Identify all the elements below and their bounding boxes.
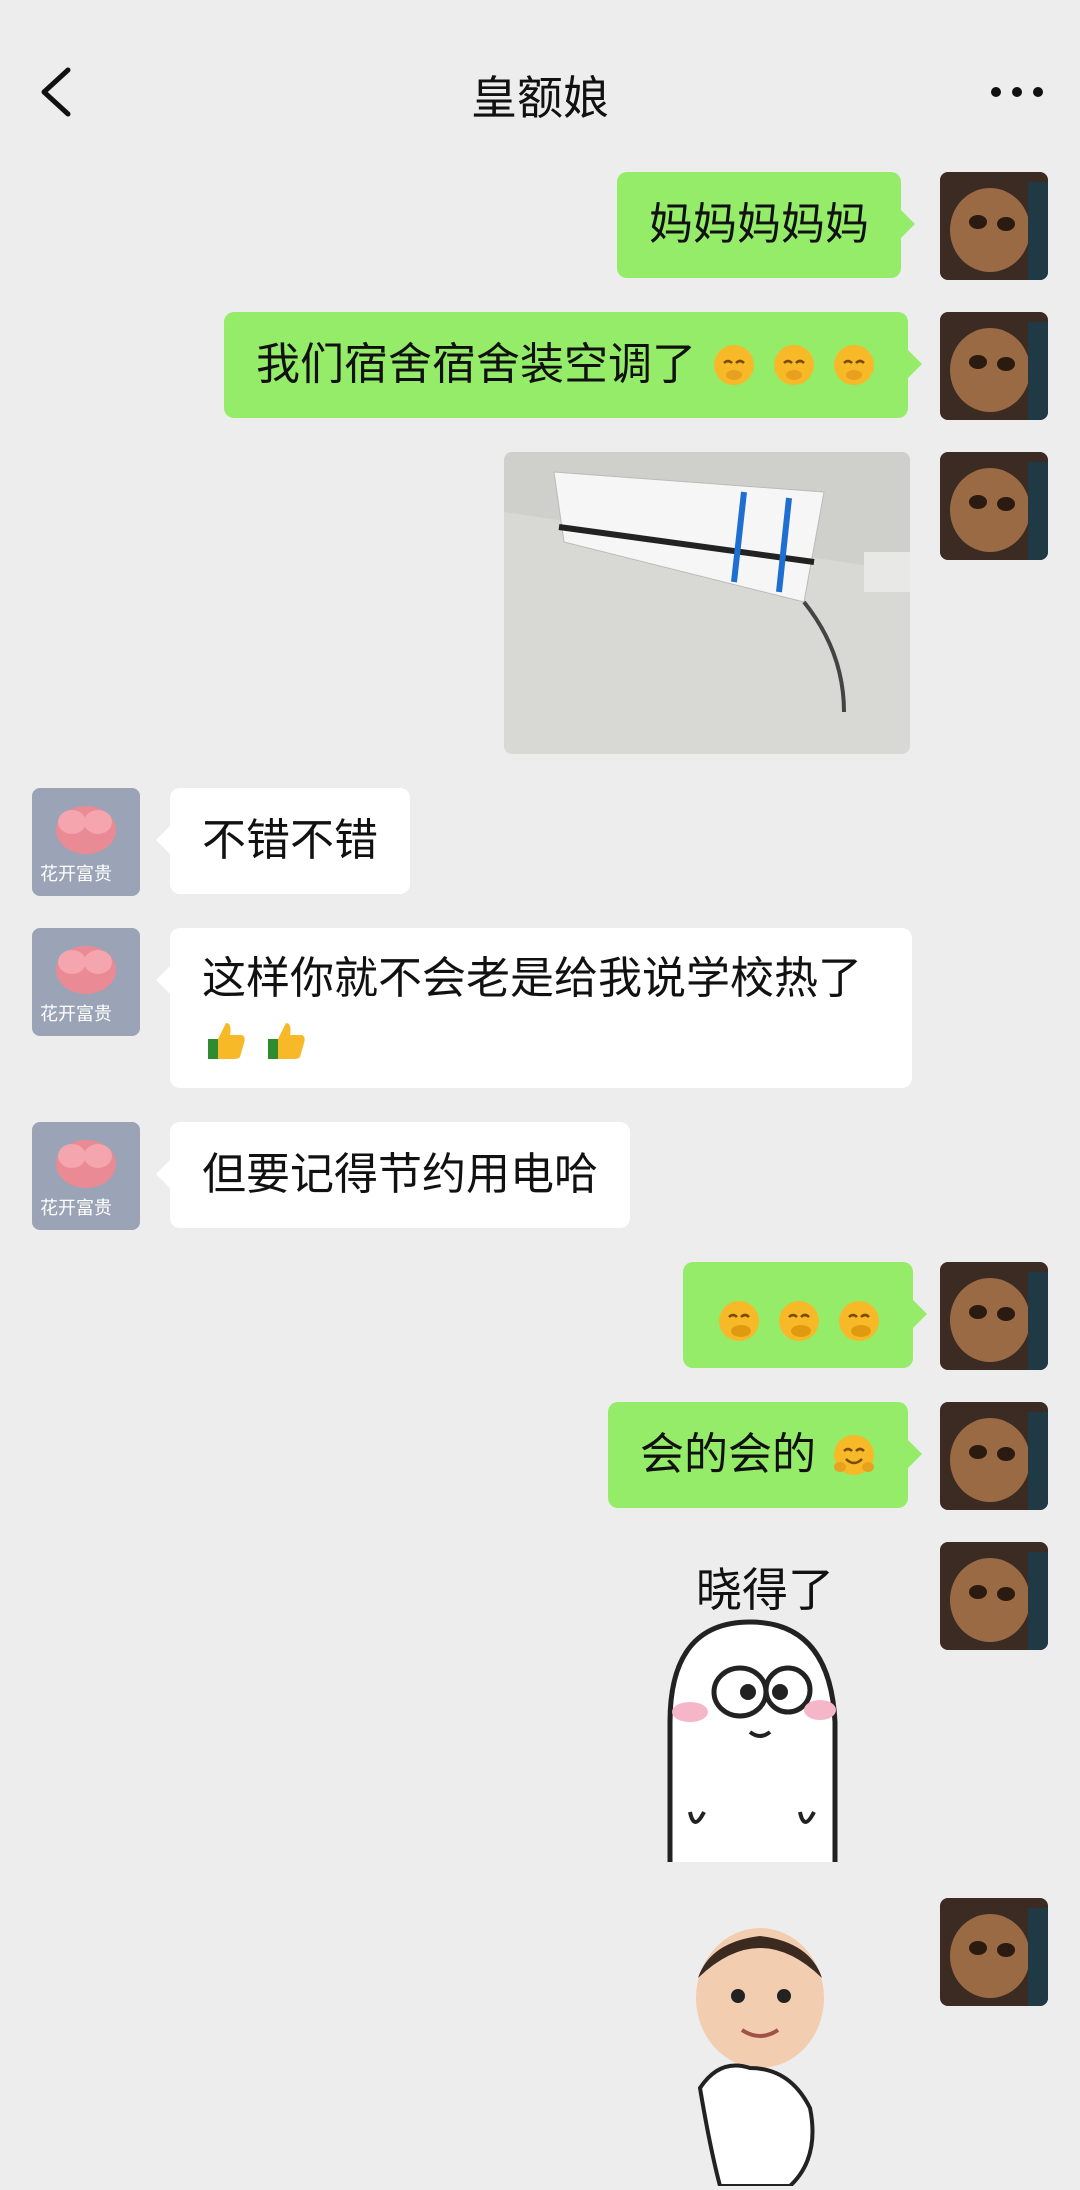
self-avatar[interactable] bbox=[940, 1898, 1048, 2006]
self-avatar[interactable] bbox=[940, 312, 1048, 420]
self-avatar[interactable] bbox=[940, 172, 1048, 280]
message-bubble-incoming[interactable]: 不错不错 bbox=[156, 788, 410, 894]
baby-face-icon bbox=[696, 1928, 824, 2188]
thumbs-up-emoji-icon bbox=[208, 1023, 245, 1059]
message-bubble-incoming[interactable]: 但要记得节约用电哈 bbox=[156, 1122, 630, 1228]
chat-title: 皇额娘 bbox=[471, 71, 609, 125]
cartoon-face-icon bbox=[667, 1619, 838, 1862]
avatar-caption: 花开富贵 bbox=[40, 864, 112, 885]
message-bubble-outgoing[interactable]: 会的会的 bbox=[608, 1402, 922, 1508]
hugging-emoji-icon bbox=[834, 1435, 874, 1475]
blush-emoji-icon bbox=[714, 345, 754, 385]
contact-avatar[interactable]: 花开富贵 bbox=[32, 928, 140, 1036]
chat-header: 皇额娘 bbox=[0, 0, 1080, 170]
self-avatar[interactable] bbox=[940, 1262, 1048, 1370]
thumbs-up-emoji-icon bbox=[268, 1023, 305, 1059]
message-text: 但要记得节约用电哈 bbox=[202, 1149, 598, 1200]
message-text: 不错不错 bbox=[202, 815, 378, 866]
more-options-icon[interactable] bbox=[988, 72, 1046, 112]
message-text: 这样你就不会老是给我说学校热了 bbox=[202, 953, 862, 1004]
sticker-xiaode[interactable]: 晓得了 bbox=[630, 1542, 870, 1862]
blush-emoji-icon bbox=[834, 345, 874, 385]
message-bubble-incoming[interactable]: 这样你就不会老是给我说学校热了 bbox=[156, 928, 912, 1088]
sticker-baby[interactable] bbox=[680, 1918, 840, 2188]
self-avatar[interactable] bbox=[940, 1542, 1048, 1650]
message-bubble-outgoing[interactable]: 妈妈妈妈妈 bbox=[617, 172, 915, 278]
hand-over-mouth-emoji-icon bbox=[779, 1301, 819, 1341]
self-avatar[interactable] bbox=[940, 1402, 1048, 1510]
hand-over-mouth-emoji-icon bbox=[719, 1301, 759, 1341]
message-text: 我们宿舍宿舍装空调了 bbox=[256, 339, 696, 390]
message-text: 会的会的 bbox=[640, 1429, 816, 1480]
avatar-caption: 花开富贵 bbox=[40, 1198, 112, 1219]
hand-over-mouth-emoji-icon bbox=[839, 1301, 879, 1341]
avatar-caption: 花开富贵 bbox=[40, 1004, 112, 1025]
blush-emoji-icon bbox=[774, 345, 814, 385]
message-bubble-outgoing[interactable]: 我们宿舍宿舍装空调了 bbox=[224, 312, 922, 418]
self-avatar[interactable] bbox=[940, 452, 1048, 560]
message-text: 妈妈妈妈妈 bbox=[649, 199, 869, 250]
photo-message-air-conditioner[interactable] bbox=[504, 452, 910, 754]
contact-avatar[interactable]: 花开富贵 bbox=[32, 788, 140, 896]
message-bubble-outgoing[interactable] bbox=[683, 1262, 927, 1368]
contact-avatar[interactable]: 花开富贵 bbox=[32, 1122, 140, 1230]
